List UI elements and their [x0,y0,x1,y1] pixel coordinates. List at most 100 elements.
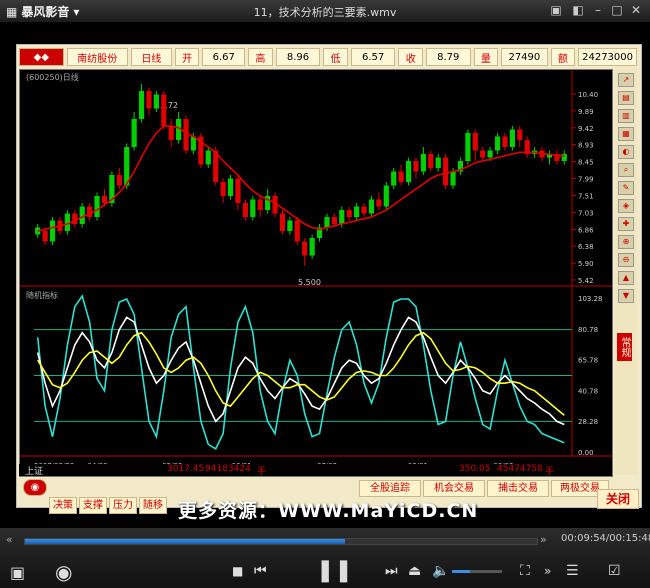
pause-icon[interactable]: ❚❚ [316,558,353,583]
tool-icon-11[interactable]: ⊖ [618,253,634,267]
seek-progress [25,539,345,544]
candle-body [487,150,493,158]
candle-body [279,213,286,231]
candle-body [235,178,241,203]
candle-body [405,161,412,182]
side-tab[interactable]: 常规 [617,333,632,361]
price-tick-label: 9.89 [578,108,594,116]
maximize-icon[interactable]: □ [609,2,625,18]
minimize-icon[interactable]: – [590,2,606,18]
chevron-left-icon[interactable]: « [6,533,13,546]
left-tab-2[interactable]: 支撑 [79,497,107,514]
candle-body [94,196,100,217]
candle-body [168,126,174,140]
video-area[interactable]: ◆◆ 南纺股份 日线 开 6.67 高 8.96 低 6.57 收 8.79 量… [0,22,650,528]
candle-body [64,213,70,231]
left-tab-4[interactable]: 随移 [139,497,167,514]
osc-tick-label: 28.28 [578,418,598,426]
amount-value: 24273000 [578,48,638,66]
candle-body [250,199,256,217]
trade-button-2[interactable]: 机会交易 [423,480,485,497]
candle-body [205,150,211,165]
volume-slider[interactable] [452,570,502,573]
close-app-button[interactable]: 关闭 [597,489,639,509]
previous-icon[interactable]: ⏮ [254,563,267,579]
tool-icon-9[interactable]: ✚ [618,217,634,231]
kline-chart[interactable]: (600250)日线 随机指标 13.72 5.500 10.40 9.89 9.4… [19,69,613,477]
period-label[interactable]: 日线 [130,48,172,66]
candle-body [242,203,248,217]
tool-icon-5[interactable]: ◐ [618,145,634,159]
price-tick-label: 8.93 [578,142,594,150]
eye-icon[interactable]: ◉ [55,560,72,584]
playlist-icon[interactable]: ☰ [566,563,579,579]
status-value-4: 45474758 [497,464,543,474]
price-tick-label: 6.38 [578,243,594,251]
chat-icon[interactable]: ▣ [548,2,564,18]
candle-body [302,241,308,256]
price-tick-label: 9.42 [578,125,594,133]
candle-body [420,154,426,172]
candle-body [161,94,167,126]
tool-icon-4[interactable]: ▦ [618,127,634,141]
low-value: 6.57 [350,48,396,66]
chart-svg: (600250)日线 随机指标 13.72 5.500 10.409.899.4… [20,70,612,476]
status-row: 上证 3017.45 94183424 手 350.05 45474758 手 [19,464,611,477]
candle-body [116,175,122,186]
candle-body [309,238,315,256]
tool-icon-8[interactable]: ◈ [618,199,634,213]
candle-body [287,220,293,231]
watermark-text: 更多资源：WWW.MaYiCD.CN [178,500,479,522]
tool-icon-7[interactable]: ✎ [618,181,634,195]
price-tick-label: 7.51 [578,192,594,200]
player-controls: « » 00:09:54/00:15:48 ▣ ◉ ■ ⏮ ❚❚ ⏭ ⏏ 🔈 ⛶… [0,528,650,588]
toolbox-icon[interactable]: ▣ [10,563,25,582]
player-titlebar: ▦ 暴风影音 ▾ 11，技术分析的三要素.wmv ▣ ◧ – □ ✕ [0,0,650,22]
menu-toggle-icon[interactable]: ◉ [23,479,47,496]
close-icon[interactable]: ✕ [628,2,644,18]
tool-icon-2[interactable]: ▤ [618,91,634,105]
tool-icon-12[interactable]: ▲ [618,271,634,285]
tool-icon-10[interactable]: ⊕ [618,235,634,249]
candle-body [361,206,367,214]
candle-body [428,154,434,168]
eject-icon[interactable]: ⏏ [408,563,421,579]
price-tick-label: 5.90 [578,260,594,268]
left-tab-1[interactable]: 决策 [49,497,77,514]
trade-button-3[interactable]: 捕击交易 [487,480,549,497]
tool-icon-13[interactable]: ▼ [618,289,634,303]
tool-icon-3[interactable]: ▥ [618,109,634,123]
candle-body [465,133,471,161]
price-tick-label: 8.45 [578,159,594,167]
candle-body [413,161,419,172]
price-tick-label: 7.03 [578,209,594,217]
settings-icon[interactable]: ☑ [608,563,621,579]
candle-body [227,178,234,196]
left-tab-3[interactable]: 压力 [109,497,137,514]
candle-body [472,133,478,151]
candle-body [346,210,352,217]
seek-bar[interactable] [24,538,538,545]
low-annotation: 5.500 [298,278,321,287]
fullscreen-icon[interactable]: ⛶ [520,563,530,579]
indicator-label: 随机指标 [26,290,58,300]
volume-icon[interactable]: 🔈 [432,563,449,579]
more-icon[interactable]: » [544,564,551,578]
status-unit-2: 手 [545,467,555,477]
candle-body [398,171,404,182]
stop-icon[interactable]: ■ [232,564,243,578]
chevron-right-icon[interactable]: » [540,533,547,546]
candle-body [49,220,56,242]
tool-icon-1[interactable]: ↗ [618,73,634,87]
volume-label: 量 [473,48,499,66]
candle-body [502,136,508,147]
candle-body [331,217,337,224]
osc-tick-label: 0.00 [578,449,594,457]
tool-icon-6[interactable]: ⌕ [618,163,634,177]
trade-button-1[interactable]: 全股追踪 [359,480,421,497]
stock-name[interactable]: 南纺股份 [66,48,128,66]
next-icon[interactable]: ⏭ [385,563,398,579]
skin-icon[interactable]: ◧ [570,2,586,18]
candle-body [324,217,330,228]
candle-body [153,94,159,109]
